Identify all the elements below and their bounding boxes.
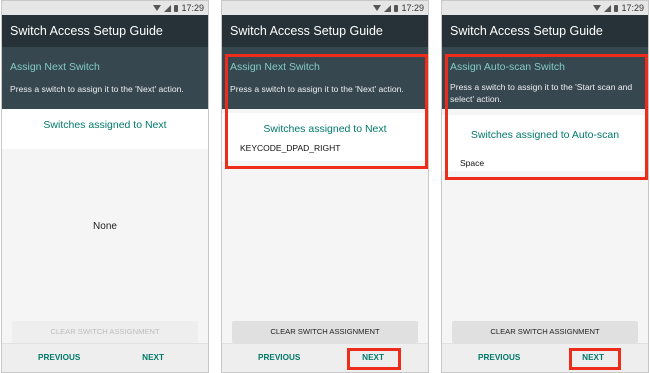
assign-header: Assign Next Switch Press a switch to ass…: [2, 47, 208, 109]
previous-button[interactable]: PREVIOUS: [478, 353, 520, 362]
switches-card: Switches assigned to Auto-scan Space: [442, 115, 648, 171]
assign-description: Press a switch to assign it to the 'Star…: [450, 82, 633, 104]
phone-screen-2: 17:29 Switch Access Setup Guide Assign N…: [221, 0, 429, 373]
signal-icon: [604, 4, 612, 12]
wifi-icon: [373, 5, 382, 11]
status-bar: 17:29: [222, 1, 428, 15]
previous-button[interactable]: PREVIOUS: [258, 353, 300, 362]
phone-screen-3: 17:29 Switch Access Setup Guide Assign A…: [441, 0, 649, 373]
assign-header: Assign Next Switch Press a switch to ass…: [222, 47, 428, 109]
assign-description: Press a switch to assign it to the 'Next…: [10, 84, 184, 94]
bottom-nav: PREVIOUS NEXT: [442, 343, 648, 372]
assign-header: Assign Auto-scan Switch Press a switch t…: [442, 47, 648, 109]
switches-heading: Switches assigned to Next: [43, 119, 167, 131]
switches-card: Switches assigned to Next KEYCODE_DPAD_R…: [222, 113, 428, 161]
clear-switch-assignment-button[interactable]: CLEAR SWITCH ASSIGNMENT: [452, 321, 638, 343]
content-area: Switches assigned to Next None CLEAR SWI…: [2, 109, 208, 346]
switches-heading: Switches assigned to Auto-scan: [470, 129, 620, 141]
battery-icon: [614, 4, 619, 12]
bottom-nav: PREVIOUS NEXT: [2, 343, 208, 372]
bottom-nav: PREVIOUS NEXT: [222, 343, 428, 372]
next-button[interactable]: NEXT: [582, 353, 604, 362]
assigned-value: KEYCODE_DPAD_RIGHT: [240, 143, 341, 153]
status-time: 17:29: [621, 3, 644, 13]
app-title: Switch Access Setup Guide: [442, 15, 648, 47]
assign-description: Press a switch to assign it to the 'Next…: [230, 84, 404, 94]
clear-switch-assignment-button[interactable]: CLEAR SWITCH ASSIGNMENT: [232, 321, 418, 343]
battery-icon: [394, 4, 399, 12]
assign-title: Assign Auto-scan Switch: [450, 61, 565, 73]
clear-switch-assignment-button[interactable]: CLEAR SWITCH ASSIGNMENT: [12, 321, 198, 343]
next-button[interactable]: NEXT: [362, 353, 384, 362]
wifi-icon: [593, 5, 602, 11]
app-title: Switch Access Setup Guide: [222, 15, 428, 47]
previous-button[interactable]: PREVIOUS: [38, 353, 80, 362]
status-time: 17:29: [181, 3, 204, 13]
app-title: Switch Access Setup Guide: [2, 15, 208, 47]
switches-card: Switches assigned to Next: [2, 109, 208, 149]
assign-title: Assign Next Switch: [10, 61, 100, 73]
status-bar: 17:29: [2, 1, 208, 15]
assigned-value: None: [93, 221, 117, 232]
signal-icon: [384, 4, 392, 12]
status-time: 17:29: [401, 3, 424, 13]
wifi-icon: [153, 5, 162, 11]
assigned-value: Space: [460, 158, 485, 168]
content-area: Switches assigned to Next KEYCODE_DPAD_R…: [222, 109, 428, 346]
phone-screen-1: 17:29 Switch Access Setup Guide Assign N…: [1, 0, 209, 373]
signal-icon: [164, 4, 172, 12]
status-bar: 17:29: [442, 1, 648, 15]
content-area: Switches assigned to Auto-scan Space CLE…: [442, 109, 648, 346]
battery-icon: [174, 4, 179, 12]
switches-heading: Switches assigned to Next: [263, 123, 387, 135]
assign-title: Assign Next Switch: [230, 61, 320, 73]
next-button[interactable]: NEXT: [142, 353, 164, 362]
